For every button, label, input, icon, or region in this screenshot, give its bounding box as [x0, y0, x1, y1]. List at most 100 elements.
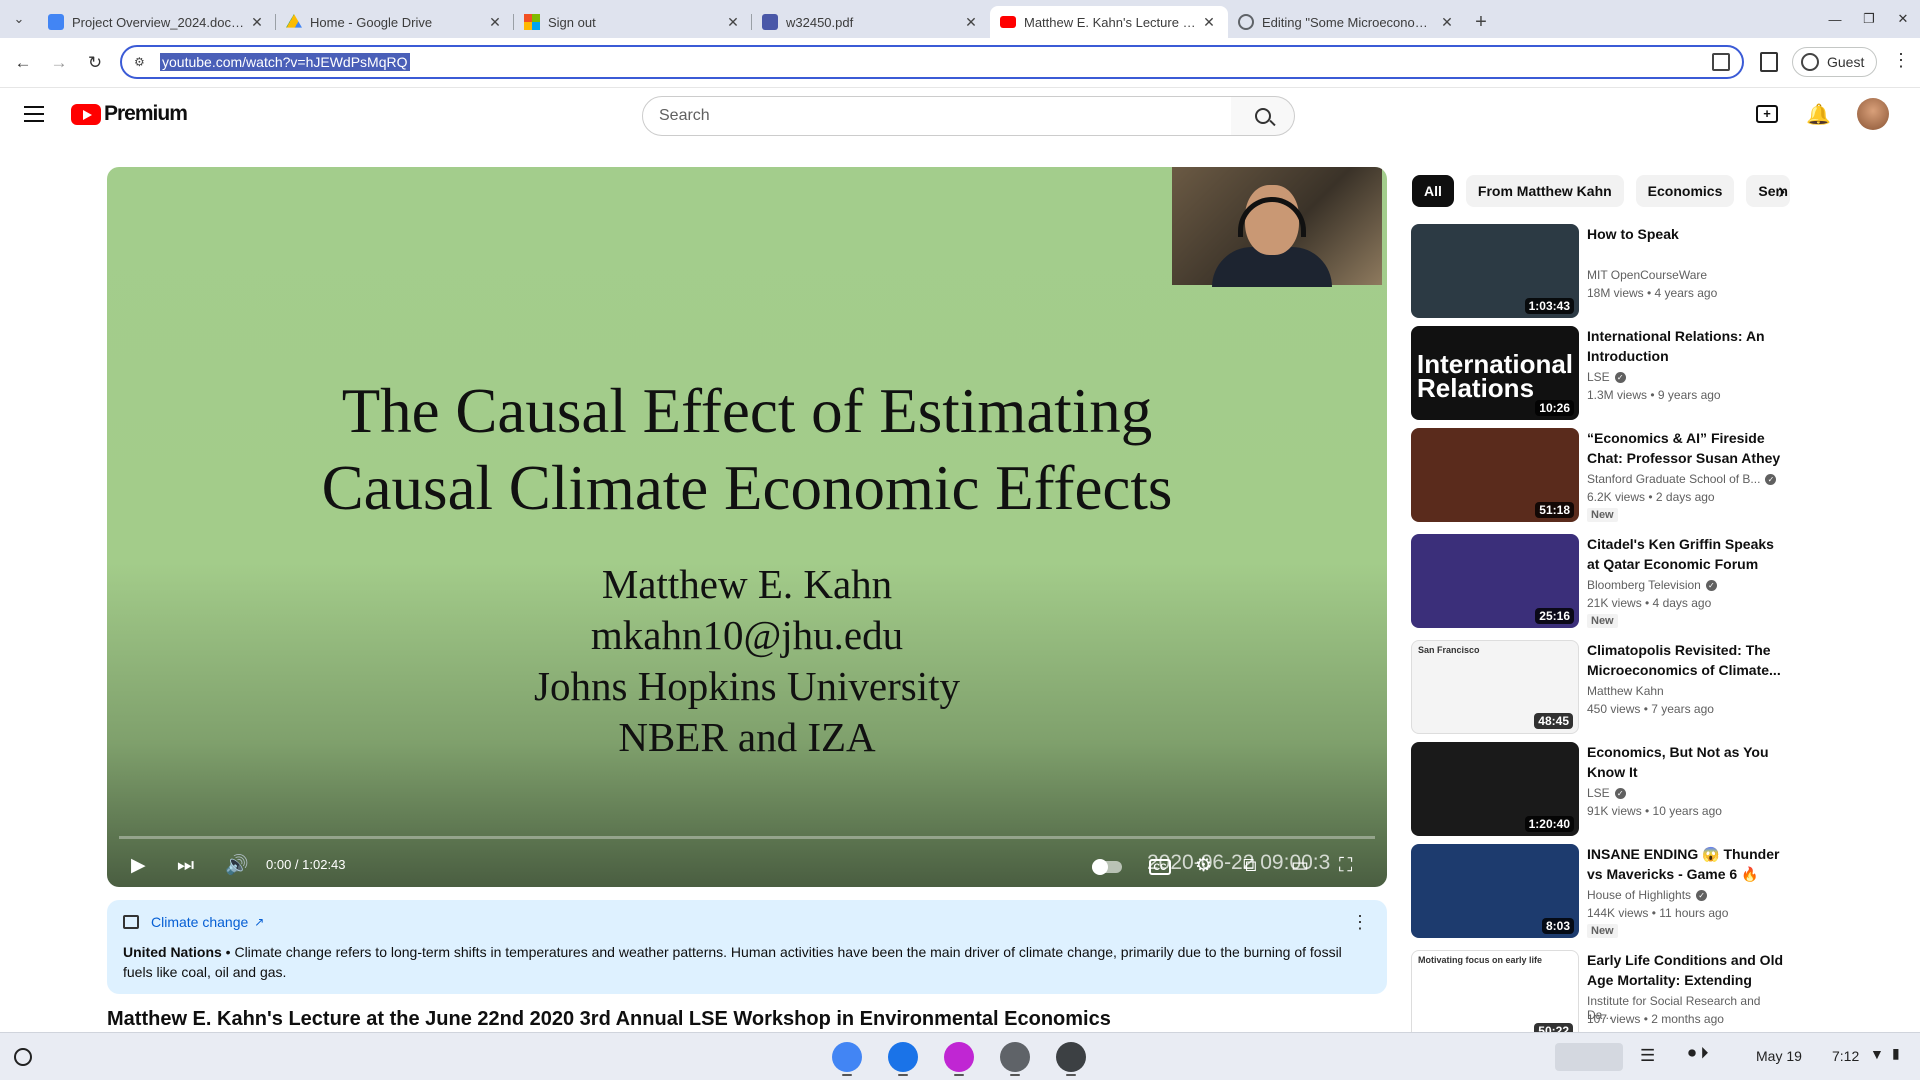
- channel-name[interactable]: Bloomberg Television ✓: [1587, 578, 1717, 592]
- channel-name[interactable]: MIT OpenCourseWare: [1587, 268, 1707, 282]
- tab-google-drive[interactable]: Home - Google Drive ✕: [276, 6, 514, 38]
- filter-chips: All From Matthew Kahn Economics Sem: [1412, 175, 1791, 207]
- close-icon[interactable]: ✕: [724, 14, 742, 31]
- side-panel-icon[interactable]: [1760, 52, 1778, 72]
- recommendation-item[interactable]: San Francisco 48:45 Climatopolis Revisited…: [1411, 640, 1787, 738]
- recommendation-title[interactable]: “Economics & AI” Fireside Chat: Professo…: [1587, 428, 1787, 468]
- channel-name[interactable]: LSE ✓: [1587, 370, 1626, 384]
- tab-youtube-lecture[interactable]: Matthew E. Kahn's Lecture at th ✕: [990, 6, 1228, 38]
- video-thumbnail[interactable]: 8:03: [1411, 844, 1579, 938]
- chrome-icon[interactable]: [832, 1042, 862, 1072]
- topic-title[interactable]: Climate change: [151, 914, 248, 930]
- video-meta: 450 views • 7 years ago: [1587, 702, 1714, 716]
- recommendation-title[interactable]: Early Life Conditions and Old Age Mortal…: [1587, 950, 1787, 990]
- autoplay-toggle[interactable]: [1092, 859, 1122, 875]
- next-icon[interactable]: ⏭: [177, 855, 194, 877]
- recommendation-item[interactable]: International Relations 10:26 Internationa…: [1411, 326, 1787, 424]
- channel-name[interactable]: Matthew Kahn: [1587, 684, 1664, 698]
- wifi-icon[interactable]: ▼: [1870, 1046, 1884, 1062]
- channel-name[interactable]: House of Highlights ✓: [1587, 888, 1708, 902]
- gallery-icon[interactable]: [944, 1042, 974, 1072]
- fullscreen-icon[interactable]: ⛶: [1339, 855, 1352, 877]
- video-thumbnail[interactable]: Motivating focus on early life 50:22: [1411, 950, 1579, 1044]
- tab-search-icon[interactable]: ⌄: [0, 0, 38, 38]
- tab-editing[interactable]: Editing "Some Microeconomics ✕: [1228, 6, 1466, 38]
- channel-name[interactable]: Stanford Graduate School of B... ✓: [1587, 472, 1777, 486]
- recommendation-title[interactable]: Economics, But Not as You Know It: [1587, 742, 1787, 782]
- close-icon[interactable]: ✕: [248, 14, 266, 31]
- new-badge: New: [1587, 508, 1618, 522]
- new-tab-button[interactable]: +: [1466, 6, 1496, 38]
- settings-icon[interactable]: ⚙: [1195, 855, 1212, 877]
- theater-mode-icon[interactable]: ▭: [1291, 855, 1309, 877]
- back-icon[interactable]: ←: [10, 53, 36, 73]
- menu-icon[interactable]: [24, 106, 44, 122]
- clipboard-icon[interactable]: ☰: [1640, 1046, 1655, 1066]
- close-icon[interactable]: ✕: [1200, 14, 1218, 31]
- clock-display[interactable]: 7:12: [1832, 1048, 1859, 1064]
- recommendation-title[interactable]: Climatopolis Revisited: The Microeconomi…: [1587, 640, 1787, 680]
- recommendation-item[interactable]: 51:18 “Economics & AI” Fireside Chat: Pro…: [1411, 428, 1787, 526]
- recommendation-item[interactable]: 25:16 Citadel's Ken Griffin Speaks at Qat…: [1411, 534, 1787, 632]
- channel-name[interactable]: LSE ✓: [1587, 786, 1626, 800]
- recommendation-title[interactable]: International Relations: An Introduction: [1587, 326, 1787, 366]
- miniplayer-icon[interactable]: ⧉: [1243, 855, 1257, 877]
- close-window-icon[interactable]: ✕: [1886, 11, 1920, 27]
- avatar[interactable]: [1857, 98, 1889, 130]
- verified-icon: ✓: [1765, 474, 1777, 486]
- video-player[interactable]: The Causal Effect of Estimating Causal C…: [107, 167, 1387, 887]
- recommendation-item[interactable]: 1:03:43 How to Speak MIT OpenCourseWare 18M…: [1411, 224, 1787, 322]
- holding-space-icon[interactable]: [1555, 1043, 1623, 1071]
- chip-all[interactable]: All: [1412, 175, 1454, 207]
- battery-icon[interactable]: ▮: [1892, 1045, 1900, 1062]
- topic-link[interactable]: Climate change ↗: [123, 914, 1371, 930]
- video-thumbnail[interactable]: San Francisco 48:45: [1411, 640, 1579, 734]
- more-options-icon[interactable]: ⋮: [1351, 912, 1369, 933]
- restore-icon[interactable]: ❐: [1852, 11, 1886, 27]
- recommendation-title[interactable]: How to Speak: [1587, 224, 1787, 244]
- close-icon[interactable]: ✕: [1438, 14, 1456, 31]
- url-text[interactable]: youtube.com/watch?v=hJEWdPsMqRQ: [160, 53, 410, 71]
- youtube-logo[interactable]: Premium: [71, 102, 188, 126]
- play-icon[interactable]: ▶: [131, 855, 146, 877]
- video-thumbnail[interactable]: 1:03:43: [1411, 224, 1579, 318]
- close-icon[interactable]: ✕: [486, 14, 504, 31]
- address-bar[interactable]: ⚙ youtube.com/watch?v=hJEWdPsMqRQ: [120, 45, 1744, 79]
- search-input[interactable]: Search: [642, 96, 1232, 136]
- captions-icon[interactable]: CC: [1149, 859, 1171, 875]
- recommendation-title[interactable]: Citadel's Ken Griffin Speaks at Qatar Ec…: [1587, 534, 1787, 574]
- recommendation-title[interactable]: INSANE ENDING 😱 Thunder vs Mavericks - G…: [1587, 844, 1787, 884]
- notifications-icon[interactable]: 🔔: [1806, 102, 1831, 127]
- files-icon[interactable]: [888, 1042, 918, 1072]
- qr-code-icon[interactable]: [1712, 53, 1730, 71]
- tab-pdf[interactable]: w32450.pdf ✕: [752, 6, 990, 38]
- media-controls-icon[interactable]: ⏺ ⏵: [1688, 1045, 1708, 1063]
- create-video-icon[interactable]: +: [1756, 105, 1778, 123]
- volume-icon[interactable]: 🔊: [225, 855, 249, 877]
- minimize-icon[interactable]: —: [1818, 12, 1852, 27]
- video-thumbnail[interactable]: International Relations 10:26: [1411, 326, 1579, 420]
- profile-button[interactable]: Guest: [1792, 47, 1878, 77]
- recommendation-item[interactable]: 1:20:40 Economics, But Not as You Know It…: [1411, 742, 1787, 840]
- date-display[interactable]: May 19: [1756, 1048, 1802, 1064]
- chip-from-matthew-kahn[interactable]: From Matthew Kahn: [1465, 175, 1624, 207]
- search-button[interactable]: [1231, 96, 1295, 136]
- launcher-icon[interactable]: [14, 1048, 32, 1066]
- progress-bar[interactable]: [119, 836, 1375, 839]
- tab-project-overview[interactable]: Project Overview_2024.docx - G ✕: [38, 6, 276, 38]
- site-info-icon[interactable]: ⚙: [134, 55, 154, 69]
- youtube-icon: [1000, 16, 1016, 28]
- apps-icon[interactable]: [1056, 1042, 1086, 1072]
- settings-icon[interactable]: [1000, 1042, 1030, 1072]
- video-thumbnail[interactable]: 1:20:40: [1411, 742, 1579, 836]
- browser-menu-icon[interactable]: ⋮: [1892, 50, 1910, 71]
- video-thumbnail[interactable]: 25:16: [1411, 534, 1579, 628]
- forward-icon[interactable]: →: [46, 53, 72, 73]
- chevron-right-icon[interactable]: ›: [1778, 178, 1785, 204]
- tab-sign-out[interactable]: Sign out ✕: [514, 6, 752, 38]
- recommendation-item[interactable]: 8:03 INSANE ENDING 😱 Thunder vs Mavericks…: [1411, 844, 1787, 942]
- chip-economics[interactable]: Economics: [1635, 175, 1735, 207]
- reload-icon[interactable]: ↻: [82, 53, 108, 73]
- video-thumbnail[interactable]: 51:18: [1411, 428, 1579, 522]
- close-icon[interactable]: ✕: [962, 14, 980, 31]
